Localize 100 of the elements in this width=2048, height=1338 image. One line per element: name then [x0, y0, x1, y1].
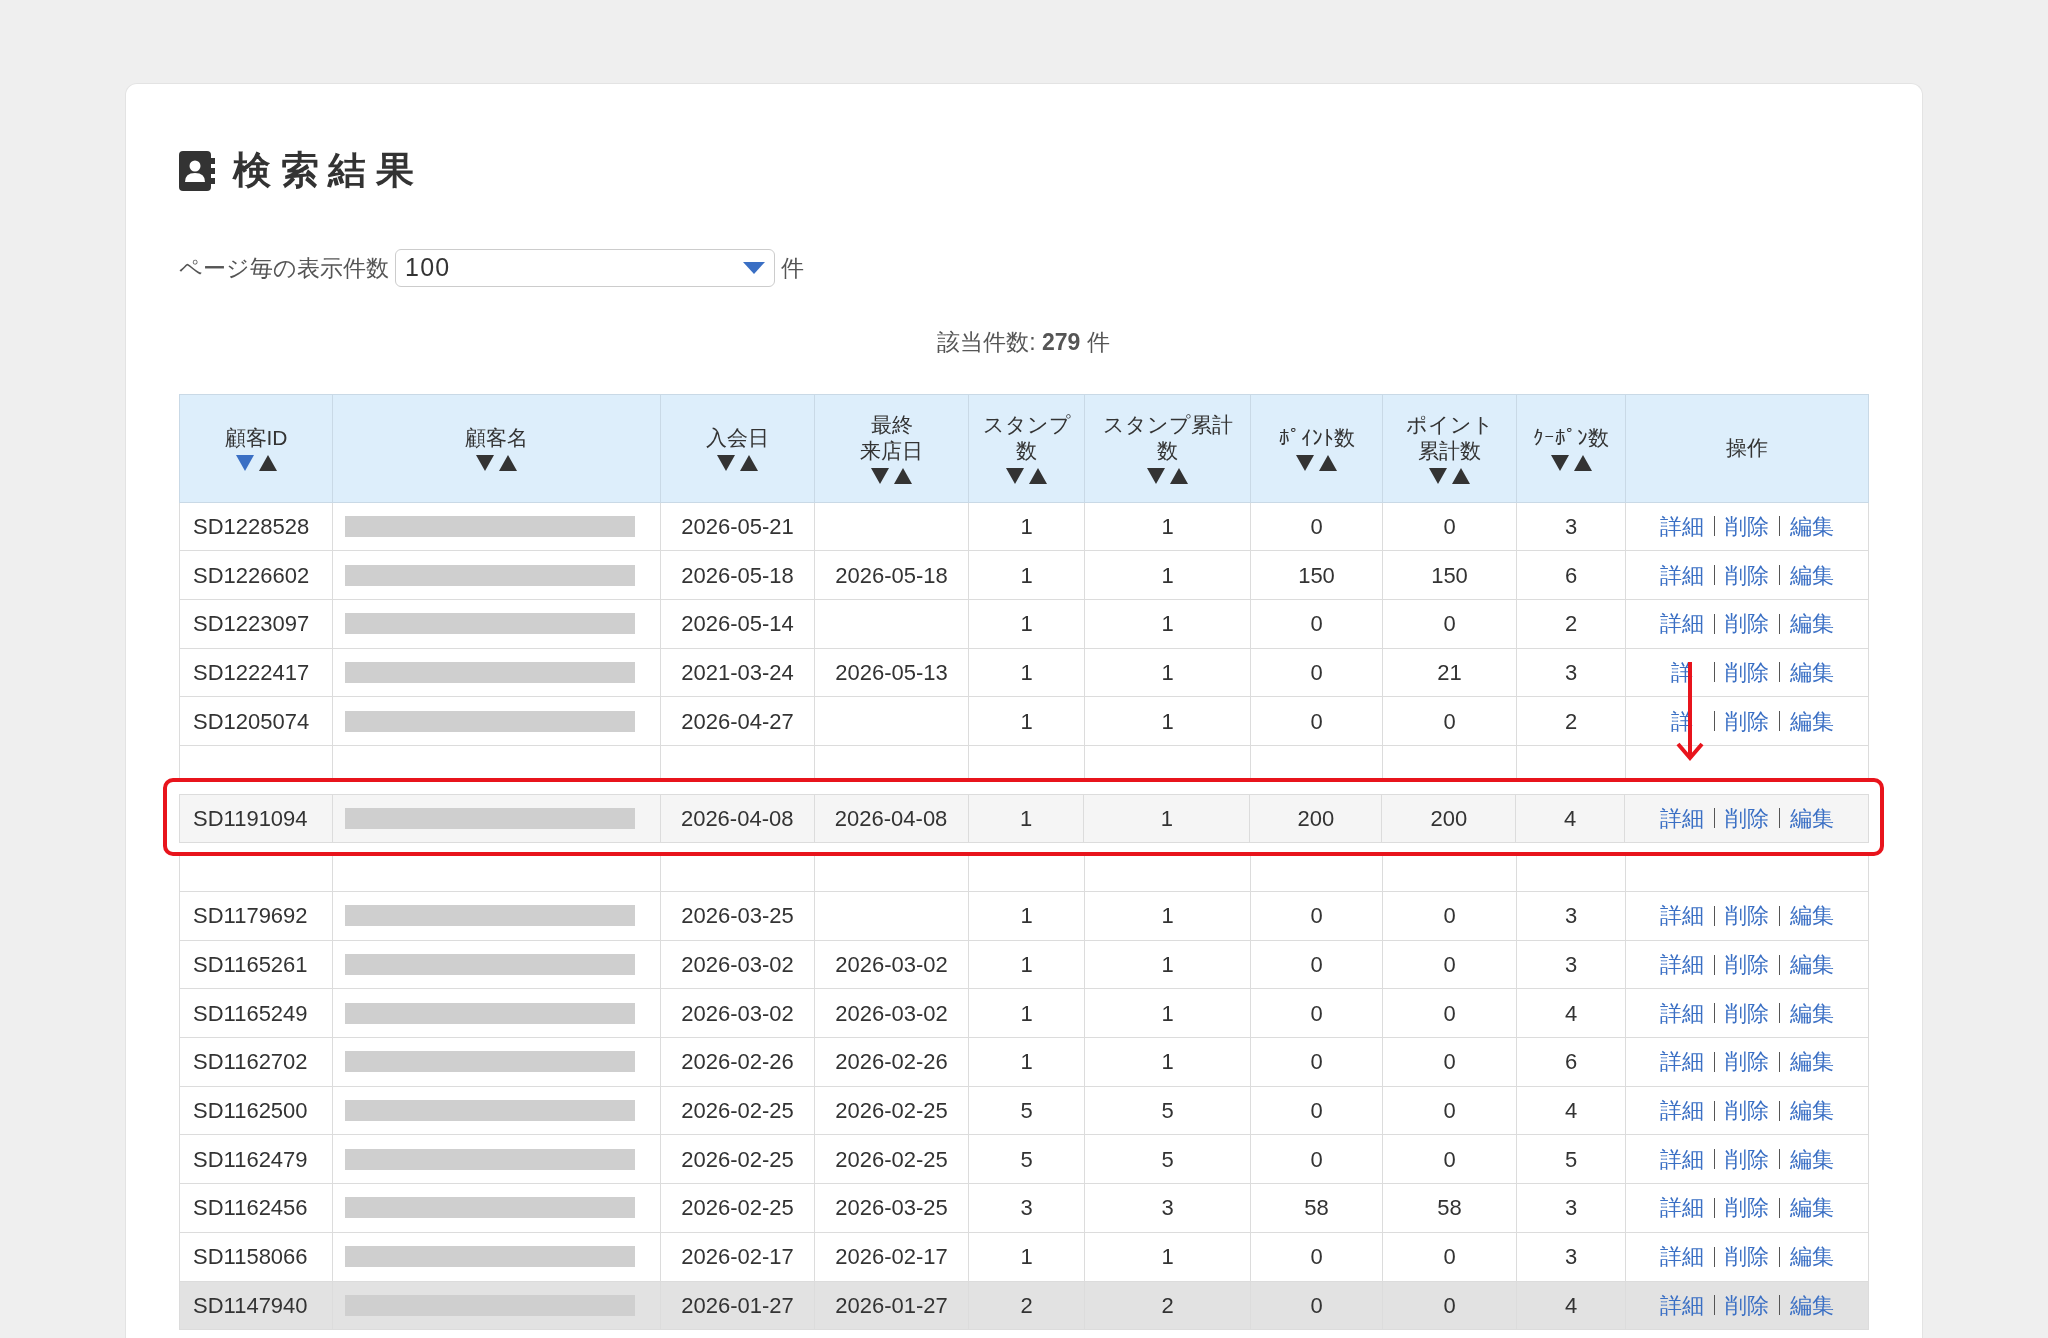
table-cell-text: 2026-04-08	[834, 804, 948, 833]
table-cell-text: 1	[1161, 611, 1174, 637]
table-cell-text: 0	[1443, 903, 1456, 929]
action-link[interactable]: 削除	[1725, 1240, 1769, 1274]
action-link[interactable]: 編集	[1790, 655, 1834, 689]
action-link[interactable]: 編集	[1790, 704, 1834, 738]
table-cell-text: 1	[1020, 1049, 1033, 1075]
action-link[interactable]: 編集	[1789, 801, 1834, 835]
table-cell-text: SD1165249	[193, 1000, 308, 1026]
sort-ascending-icon[interactable]	[1170, 468, 1188, 485]
table-cell-text: 2026-05-13	[835, 659, 948, 685]
table-cell-text: 5	[1020, 1098, 1033, 1124]
action-link[interactable]: 削除	[1725, 655, 1769, 689]
action-link[interactable]: 詳細	[1660, 1240, 1704, 1274]
sort-ascending-icon[interactable]	[1573, 455, 1592, 472]
action-link[interactable]: 削除	[1725, 948, 1769, 982]
sort-descending-icon[interactable]	[476, 455, 494, 472]
sort-descending-icon[interactable]	[1429, 468, 1447, 485]
action-link[interactable]: 詳細	[1660, 1191, 1704, 1225]
action-link[interactable]: 削除	[1725, 607, 1769, 641]
table-cell-text: 4	[1564, 1000, 1578, 1026]
sort-ascending-icon[interactable]	[740, 455, 758, 472]
table-cell-text: 1	[1161, 1049, 1174, 1075]
action-link[interactable]: 詳細	[1660, 607, 1704, 641]
action-link[interactable]: 詳細	[1660, 558, 1704, 592]
action-link[interactable]: 削除	[1725, 1142, 1769, 1176]
action-link[interactable]: 詳細	[1660, 899, 1704, 933]
table-cell-text: 0	[1310, 952, 1323, 978]
sort-descending-icon[interactable]	[1550, 455, 1569, 472]
table-cell-text: 5	[1161, 1098, 1174, 1124]
action-link[interactable]: 編集	[1790, 948, 1834, 982]
contact-book-icon	[179, 150, 215, 191]
table-cell-text: 2026-05-14	[681, 611, 794, 637]
action-link[interactable]: 詳細	[1660, 996, 1704, 1030]
table-cell-text: 2026-01-27	[835, 1292, 948, 1318]
sort-ascending-icon[interactable]	[1029, 468, 1047, 485]
action-link[interactable]: 編集	[1790, 1142, 1834, 1176]
action-link[interactable]: 編集	[1790, 1240, 1834, 1274]
action-link[interactable]: 編集	[1790, 509, 1834, 543]
action-link[interactable]: 詳細	[1660, 1142, 1704, 1176]
sort-ascending-icon[interactable]	[1452, 468, 1470, 485]
sort-ascending-icon[interactable]	[894, 468, 912, 485]
action-link[interactable]: 削除	[1725, 899, 1769, 933]
dragged-row[interactable]: SD1191094 2026-04-08 2026-04-08 1 1 200 200 4 詳細 削除 編集	[179, 793, 1869, 843]
table-cell-text: SD1228528	[193, 513, 310, 539]
table-cell-text: 2026-05-18	[681, 562, 794, 588]
table-cell-text: 1	[1020, 562, 1033, 588]
sort-descending-icon[interactable]	[717, 455, 735, 472]
action-link[interactable]: 削除	[1725, 1288, 1769, 1322]
table-cell-text: 21	[1437, 659, 1462, 685]
page-size-select[interactable]: 100	[395, 249, 775, 287]
table-cell-text: 0	[1443, 1244, 1456, 1270]
table-cell-text: 3	[1564, 952, 1578, 978]
action-link[interactable]: 詳細	[1659, 801, 1704, 835]
table-cell-text: 1	[1160, 804, 1174, 833]
sort-descending-icon[interactable]	[1296, 455, 1314, 472]
action-link[interactable]: 削除	[1725, 509, 1769, 543]
action-link[interactable]: 詳細	[1660, 1094, 1704, 1128]
action-link[interactable]: 削除	[1725, 704, 1769, 738]
table-cell-text: 200	[1430, 804, 1468, 833]
action-link[interactable]: 編集	[1790, 1191, 1834, 1225]
column-header: 数	[1016, 438, 1037, 464]
column-header: ｸｰﾎﾟﾝ数	[1533, 424, 1609, 451]
sort-ascending-icon[interactable]	[258, 455, 277, 472]
action-link[interactable]: 詳細	[1660, 509, 1704, 543]
table-cell-text: 2026-03-25	[835, 1195, 948, 1221]
table-cell-text: 4	[1564, 804, 1577, 833]
table-cell-text: 5	[1564, 1146, 1578, 1172]
table-cell-text: 3	[1564, 659, 1578, 685]
sort-ascending-icon[interactable]	[1319, 455, 1337, 472]
table-cell-text: 0	[1443, 952, 1456, 978]
table-cell-text: 0	[1443, 513, 1456, 539]
table-cell-text: 1	[1161, 708, 1174, 734]
table-cell-text: 3	[1564, 1244, 1578, 1270]
action-link[interactable]: 削除	[1724, 801, 1769, 835]
sort-descending-icon[interactable]	[1006, 468, 1024, 485]
table-cell-text: SD1222417	[193, 659, 310, 685]
action-link[interactable]: 削除	[1725, 558, 1769, 592]
action-link[interactable]: 削除	[1725, 1191, 1769, 1225]
action-link[interactable]: 編集	[1790, 607, 1834, 641]
action-link[interactable]: 詳細	[1660, 1045, 1704, 1079]
sort-descending-icon[interactable]	[871, 468, 889, 485]
action-link[interactable]: 削除	[1725, 996, 1769, 1030]
action-link[interactable]: 詳細	[1660, 1288, 1704, 1322]
table-cell-text: 1	[1161, 952, 1174, 978]
action-link[interactable]: 編集	[1790, 1288, 1834, 1322]
table-cell-text: 2	[1564, 708, 1578, 734]
sort-ascending-icon[interactable]	[499, 455, 517, 472]
table-cell-text: 1	[1161, 1244, 1174, 1270]
action-link[interactable]: 削除	[1725, 1045, 1769, 1079]
action-link[interactable]: 編集	[1790, 1045, 1834, 1079]
action-link[interactable]: 削除	[1725, 1094, 1769, 1128]
action-link[interactable]: 編集	[1790, 899, 1834, 933]
action-link[interactable]: 編集	[1790, 558, 1834, 592]
action-link[interactable]: 詳細	[1660, 948, 1704, 982]
action-link[interactable]: 編集	[1790, 1094, 1834, 1128]
action-link[interactable]: 編集	[1790, 996, 1834, 1030]
table-cell-text: 0	[1310, 1049, 1323, 1075]
column-header: 顧客ID	[224, 424, 288, 451]
sort-descending-icon[interactable]	[1147, 468, 1165, 485]
